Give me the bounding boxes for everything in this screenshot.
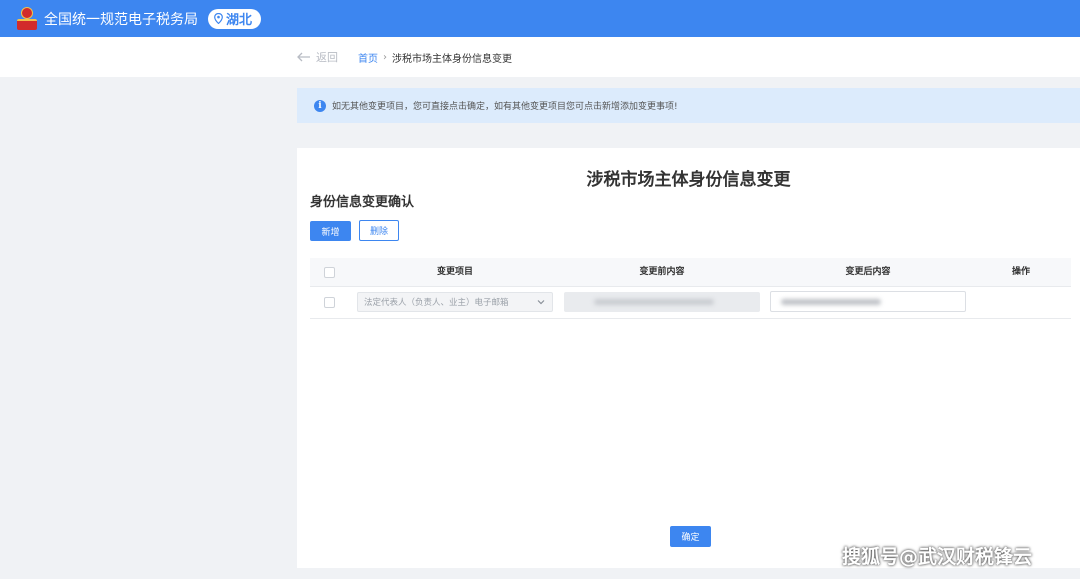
select-all-checkbox[interactable]	[324, 267, 335, 278]
watermark: 搜狐号@武汉财税锋云	[842, 546, 1033, 568]
before-content-field	[564, 292, 760, 312]
change-item-select[interactable]: 法定代表人（负责人、业主）电子邮箱	[357, 292, 553, 312]
back-label: 返回	[316, 51, 338, 64]
confirm-button[interactable]: 确定	[670, 526, 711, 547]
table-row: 法定代表人（负责人、业主）电子邮箱	[310, 287, 1071, 319]
column-header: 变更前内容	[639, 267, 685, 277]
delete-button[interactable]: 删除	[359, 220, 399, 241]
add-button[interactable]: 新增	[310, 221, 351, 241]
breadcrumb-separator: ›	[383, 51, 387, 63]
breadcrumb-home[interactable]: 首页	[358, 50, 378, 65]
after-content-input[interactable]	[770, 291, 966, 312]
nav-bar: 返回 首页 › 涉税市场主体身份信息变更	[0, 37, 1080, 77]
app-title: 全国统一规范电子税务局	[44, 11, 198, 28]
redacted-value	[594, 299, 714, 305]
location-pin-icon	[214, 13, 223, 24]
column-header: 操作	[1011, 267, 1030, 277]
main-panel: 涉税市场主体身份信息变更 身份信息变更确认 新增 删除 变更项目 变更前内容 变…	[297, 148, 1080, 568]
breadcrumb: 首页 › 涉税市场主体身份信息变更	[358, 37, 512, 77]
arrow-left-icon	[297, 52, 310, 62]
region-label: 湖北	[226, 13, 253, 28]
row-checkbox[interactable]	[324, 297, 335, 308]
notice-text: 如无其他变更项目，您可直接点击确定，如有其他变更项目您可点击新增添加变更事项!	[332, 102, 678, 112]
column-header: 变更后内容	[845, 267, 891, 277]
info-notice: i 如无其他变更项目，您可直接点击确定，如有其他变更项目您可点击新增添加变更事项…	[297, 88, 1080, 123]
change-item-value: 法定代表人（负责人、业主）电子邮箱	[364, 298, 509, 308]
back-button[interactable]: 返回	[297, 37, 338, 77]
chevron-down-icon	[537, 300, 545, 305]
breadcrumb-current: 涉税市场主体身份信息变更	[392, 53, 512, 65]
region-switch[interactable]: 湖北	[208, 8, 262, 29]
page-title: 涉税市场主体身份信息变更	[586, 170, 791, 190]
top-bar: 全国统一规范电子税务局 湖北	[0, 0, 1080, 37]
table-header: 变更项目 变更前内容 变更后内容 操作	[310, 258, 1071, 287]
column-header: 变更项目	[436, 267, 473, 277]
tax-emblem-icon	[16, 6, 38, 31]
redacted-value	[781, 299, 881, 305]
info-icon: i	[314, 99, 326, 112]
section-title: 身份信息变更确认	[310, 195, 415, 210]
